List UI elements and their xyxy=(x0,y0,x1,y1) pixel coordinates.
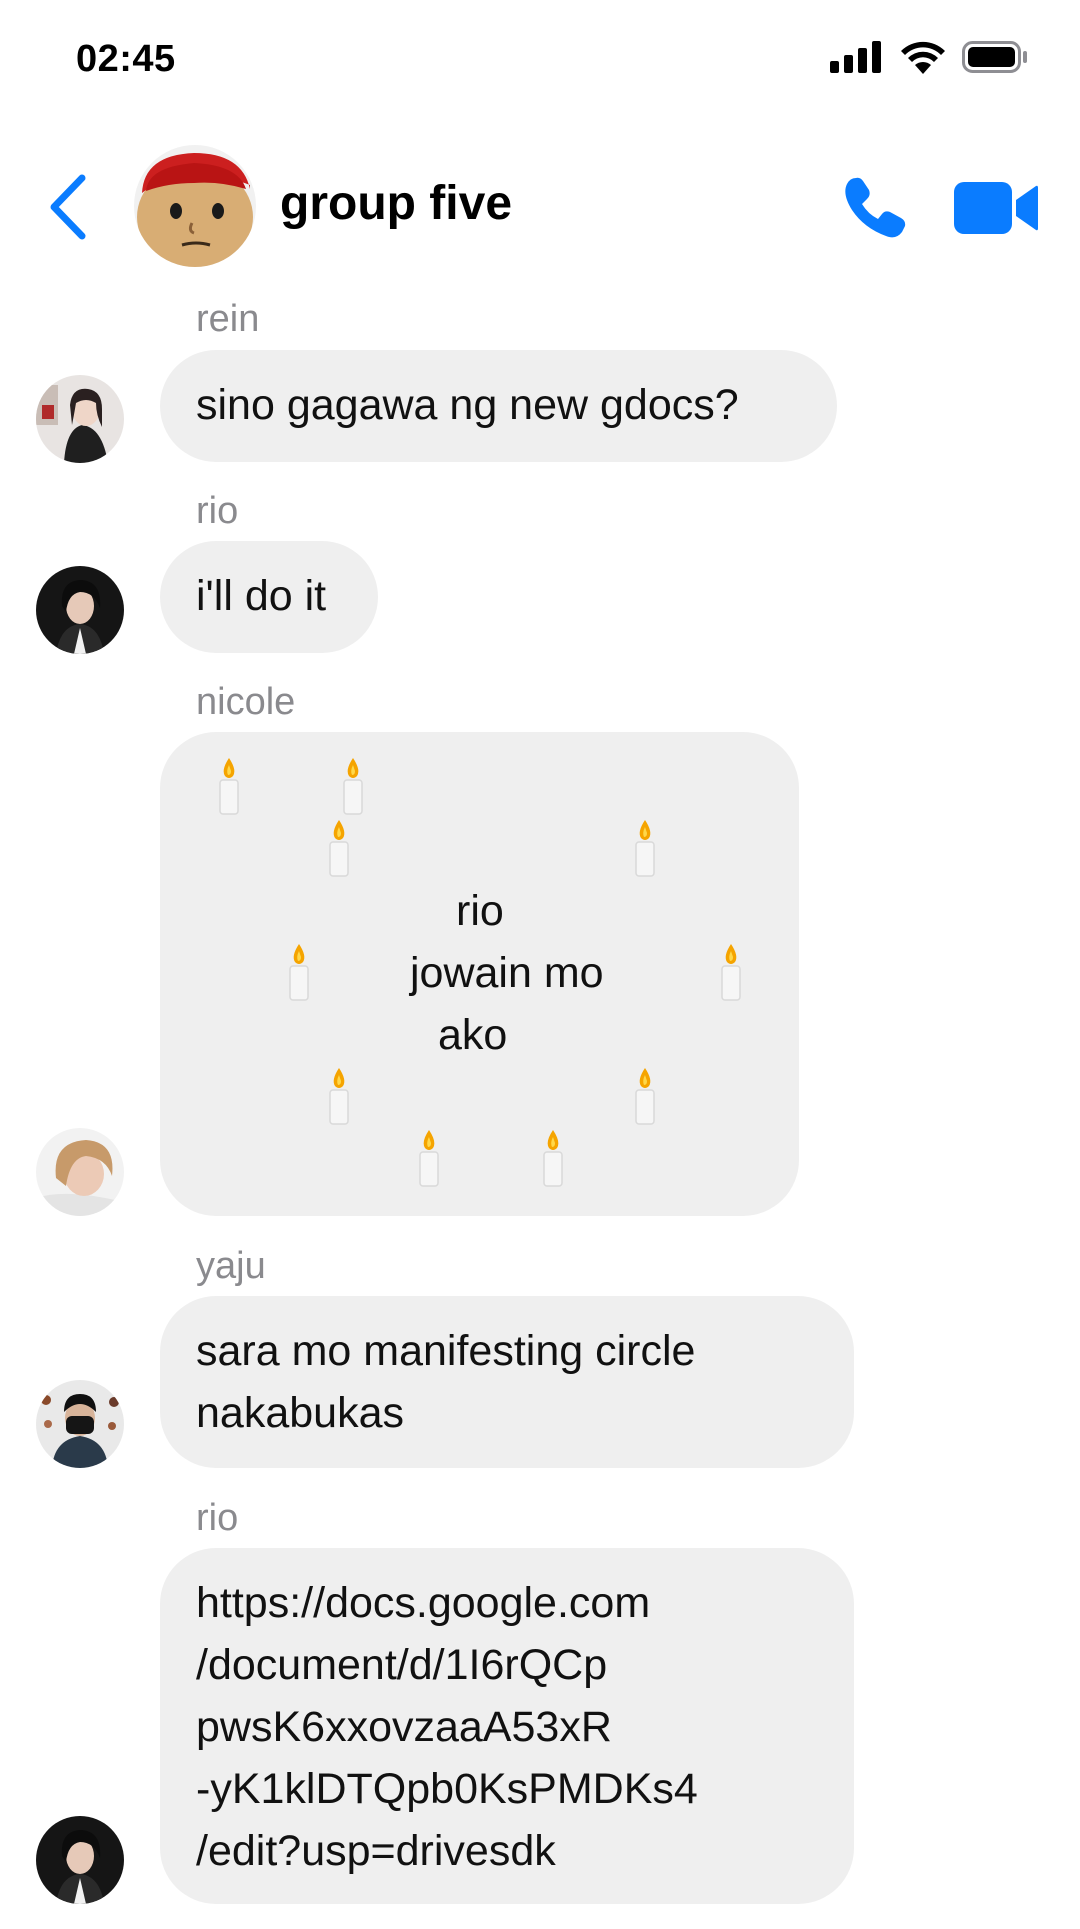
battery-icon xyxy=(962,41,1027,73)
candle-icon xyxy=(219,758,239,815)
message-bubble[interactable]: https://docs.google.com /document/d/1I6r… xyxy=(160,1548,854,1904)
message-text-line: nakabukas xyxy=(196,1389,404,1437)
status-icons xyxy=(830,40,1028,74)
avatar[interactable] xyxy=(36,1128,124,1216)
conversation-header: group five xyxy=(0,130,1080,280)
message-link-line[interactable]: pwsK6xxovzaaA53xR xyxy=(196,1696,818,1758)
message-text: sino gagawa ng new gdocs? xyxy=(196,381,739,429)
message-bubble[interactable]: sino gagawa ng new gdocs? xyxy=(160,350,837,462)
message-text-line: jowain mo xyxy=(410,949,604,997)
cellular-signal-icon xyxy=(830,41,881,73)
message-link-line[interactable]: https://docs.google.com xyxy=(196,1572,818,1634)
candle-icon xyxy=(419,1130,439,1187)
candle-icon xyxy=(543,1130,563,1187)
candle-icon xyxy=(329,820,349,877)
conversation-title[interactable]: group five xyxy=(280,176,512,231)
wifi-icon xyxy=(901,41,945,74)
candle-icon xyxy=(289,944,309,1001)
candle-icon xyxy=(635,1068,655,1125)
message-text-line: ako xyxy=(438,1011,508,1059)
message-link-line[interactable]: -yK1klDTQpb0KsPMDKs4 xyxy=(196,1758,818,1820)
avatar[interactable] xyxy=(36,1816,124,1904)
avatar[interactable] xyxy=(36,375,124,463)
message-bubble[interactable]: i'll do it xyxy=(160,541,378,653)
avatar[interactable] xyxy=(36,566,124,654)
phone-icon[interactable] xyxy=(842,174,908,240)
status-time: 02:45 xyxy=(76,38,176,80)
sender-name: rein xyxy=(196,298,260,340)
candle-icon xyxy=(635,820,655,877)
status-bar: 02:45 xyxy=(0,0,1080,120)
message-text-line: sara mo manifesting circle xyxy=(196,1327,696,1375)
sender-name: nicole xyxy=(196,681,296,723)
message-link-line[interactable]: /document/d/1I6rQCp xyxy=(196,1634,818,1696)
sender-name: yaju xyxy=(196,1245,266,1287)
message-bubble[interactable]: rio jowain mo ako xyxy=(160,732,799,1216)
message-bubble[interactable]: sara mo manifesting circle nakabukas xyxy=(160,1296,854,1468)
sender-name: rio xyxy=(196,490,239,532)
group-avatar[interactable] xyxy=(134,145,256,267)
video-camera-icon[interactable] xyxy=(954,180,1038,236)
candle-icon xyxy=(343,758,363,815)
candle-icon xyxy=(329,1068,349,1125)
chevron-left-icon[interactable] xyxy=(44,172,90,242)
sender-name: rio xyxy=(196,1497,239,1539)
candle-icon xyxy=(721,944,741,1001)
message-text-line: rio xyxy=(456,887,504,935)
message-text: i'll do it xyxy=(196,572,327,620)
avatar[interactable] xyxy=(36,1380,124,1468)
message-link-line[interactable]: /edit?usp=drivesdk xyxy=(196,1820,818,1882)
